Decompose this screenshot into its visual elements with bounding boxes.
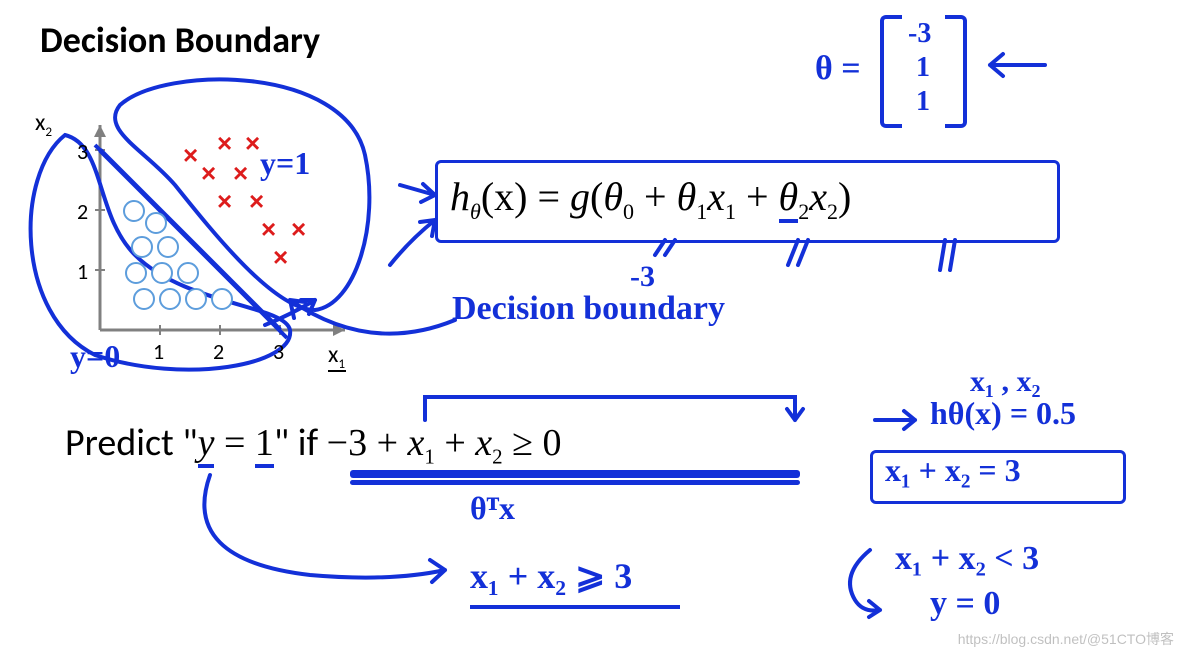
data-point-o [131,236,153,258]
annot-lt3: x₁ + x₂ < 3 [895,540,1039,578]
bracket-over-ineq [415,385,815,430]
theta-v1: 1 [916,52,930,84]
axis-label-y: x2 [35,108,52,140]
data-point-x: × [201,158,216,189]
data-point-x: × [261,214,276,245]
annot-x1x2-label: x₁ , x₂ [970,365,1041,399]
slide-title: Decision Boundary [40,18,320,62]
data-point-o [123,200,145,222]
annot-y0: y=0 [70,338,120,375]
underline-ge3 [470,605,680,609]
data-point-x: × [249,186,264,217]
data-point-x: × [273,242,288,273]
data-point-o [125,262,147,284]
xtick-2: 2 [213,338,224,365]
theta-v2: 1 [916,86,930,118]
data-point-x: × [217,186,232,217]
theta-bracket-left [880,15,902,128]
data-point-o [211,288,233,310]
arrow-to-hhalf [870,400,930,440]
data-point-o [157,236,179,258]
ytick-3: 3 [77,138,88,165]
annot-theta-t-x: θᵀx [470,490,515,527]
data-point-x: × [217,128,232,159]
annot-ge3: x₁ + x₂ ⩾ 3 [470,555,632,597]
ytick-2: 2 [77,198,88,225]
hypothesis-box: hθ(x) = g(θ0 + θ1x1 + θ2x2) [440,165,1055,235]
data-point-o [185,288,207,310]
data-point-x: × [233,158,248,189]
arrow-to-lt3 [835,545,895,620]
data-point-o [159,288,181,310]
arrow-to-box-2 [380,210,450,280]
xtick-1: 1 [153,338,164,365]
annot-decision-boundary: Decision boundary [452,290,725,328]
data-point-x: × [245,128,260,159]
arrow-to-theta [975,40,1055,90]
arrow-to-ge3 [190,470,470,590]
data-point-o [151,262,173,284]
annot-hhalf: hθ(x) = 0.5 [930,395,1076,432]
ytick-1: 1 [77,258,88,285]
data-point-x: × [291,214,306,245]
data-point-o [177,262,199,284]
watermark: https://blog.csdn.net/@51CTO博客 [958,629,1174,649]
theta-bracket-right [945,15,967,128]
data-point-o [133,288,155,310]
theta-label: θ = [815,50,861,88]
theta-v0: -3 [908,18,931,50]
annot-minus3: -3 [630,260,655,294]
annot-y0b: y = 0 [930,585,1000,623]
data-point-x: × [183,140,198,171]
arrow-region [255,290,335,340]
annot-y1: y=1 [260,145,310,182]
theta-pointers [650,235,970,295]
data-point-o [145,212,167,234]
annot-eq3: x₁ + x₂ = 3 [885,452,1021,489]
